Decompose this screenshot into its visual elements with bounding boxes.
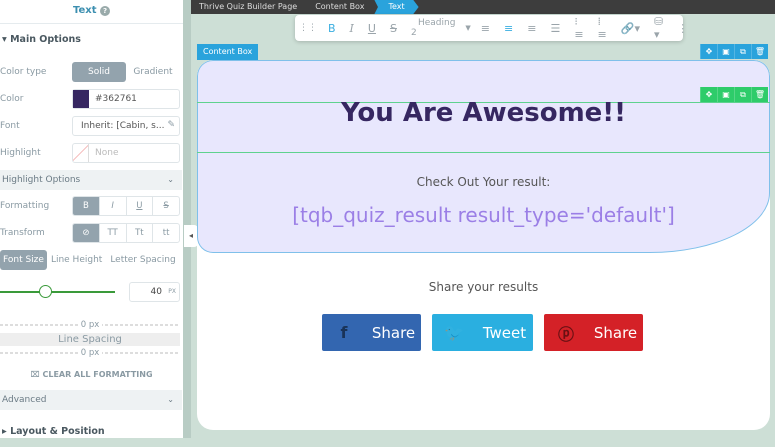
strikethrough-icon[interactable]: S [390,22,397,35]
content-box-actions: ✥ ▣ ⧉ 🗑 [700,44,768,59]
strikethrough-button[interactable]: S [153,197,179,215]
facebook-icon: f [340,323,348,342]
lowercase-button[interactable]: tt [153,224,179,242]
font-select[interactable]: Inherit: [Cabin, s... ✎ [72,116,180,136]
font-label: Font [0,121,20,131]
move-icon[interactable]: ✥ [700,44,717,59]
move-icon[interactable]: ✥ [700,87,717,102]
color-input[interactable]: #362761 [72,89,180,109]
bold-icon[interactable]: B [328,22,336,35]
text-element-actions: ✥ ▣ ⧉ 🗑 [700,87,768,102]
database-icon[interactable]: ⛁▾ [654,15,663,41]
text-toolbar: ⋮⋮ B I U S Heading 2 ▼ ≡ ≡ ≡ ☰ ⁝≡ ⁞≡ 🔗▾ … [295,15,688,41]
more-icon[interactable]: ⋮ [677,22,688,35]
link-icon[interactable]: 🔗▾ [621,22,640,35]
twitter-icon: 🐦 [444,323,464,342]
line-spacing-label: Line Spacing [0,333,180,346]
drag-handle-icon[interactable]: ⋮⋮ [299,23,317,33]
twitter-tweet-button[interactable]: 🐦 Tweet [432,314,533,351]
bold-button[interactable]: B [73,197,100,215]
color-type-label: Color type [0,67,47,77]
breadcrumb-content-box[interactable]: Content Box [307,0,374,14]
properties-panel: Text ? ▾ Main Options Color type Solid G… [0,0,183,438]
highlight-label: Highlight [0,148,41,158]
page-canvas: You Are Awesome!! Check Out Your result:… [197,60,770,430]
gradient-button[interactable]: Gradient [126,62,180,82]
chevron-down-icon: ⌄ [167,395,174,404]
highlight-input[interactable]: None [72,143,180,163]
clear-formatting-button[interactable]: ⌧ CLEAR ALL FORMATTING [0,370,183,379]
chevron-down-icon[interactable]: ▼ [465,24,470,32]
transform-none-button[interactable]: ⊘ [73,224,100,242]
tab-letter-spacing[interactable]: Letter Spacing [106,250,179,270]
duplicate-icon[interactable]: ⧉ [734,87,751,102]
edit-icon[interactable]: ✎ [167,120,175,130]
breadcrumb: Thrive Quiz Builder Page Content Box Tex… [191,0,775,14]
uppercase-button[interactable]: TT [100,224,127,242]
underline-button[interactable]: U [127,197,154,215]
share-title[interactable]: Share your results [197,280,770,294]
bullet-list-icon[interactable]: ⁝≡ [574,15,583,41]
save-icon[interactable]: ▣ [717,44,734,59]
clear-format-icon: ⌧ [30,370,40,379]
solid-button[interactable]: Solid [72,62,126,82]
panel-scrollbar[interactable] [183,0,191,438]
save-icon[interactable]: ▣ [717,87,734,102]
quiz-result-shortcode[interactable]: [tqb_quiz_result result_type='default'] [197,203,770,227]
advanced-header[interactable]: Advanced ⌄ [0,390,182,410]
align-left-icon[interactable]: ≡ [481,22,490,35]
delete-icon[interactable]: 🗑 [751,87,768,102]
slider-handle[interactable] [39,285,52,298]
color-label: Color [0,94,24,104]
align-right-icon[interactable]: ≡ [527,22,536,35]
align-center-icon[interactable]: ≡ [504,22,513,35]
align-justify-icon[interactable]: ☰ [550,22,560,35]
underline-icon[interactable]: U [368,22,376,35]
numbered-list-icon[interactable]: ⁞≡ [598,15,607,41]
tab-font-size[interactable]: Font Size [0,250,47,270]
panel-title: Text ? [0,0,183,24]
help-icon[interactable]: ? [100,6,110,16]
font-size-slider[interactable] [0,285,115,298]
italic-icon[interactable]: I [350,22,354,35]
transform-label: Transform [0,228,45,238]
breadcrumb-page[interactable]: Thrive Quiz Builder Page [191,0,307,14]
check-result-text[interactable]: Check Out Your result: [197,175,770,189]
layout-position-header[interactable]: ▸ Layout & Position [0,417,105,437]
main-options-header[interactable]: ▾ Main Options [0,24,183,56]
spacing-bottom[interactable]: 0 px [0,348,180,358]
collapse-panel-button[interactable]: ◂ [184,225,198,247]
delete-icon[interactable]: 🗑 [751,44,768,59]
formatting-label: Formatting [0,201,50,211]
heading-select[interactable]: Heading 2 [411,18,455,38]
no-color-swatch[interactable] [73,144,89,162]
tab-line-height[interactable]: Line Height [47,250,106,270]
duplicate-icon[interactable]: ⧉ [734,44,751,59]
pinterest-icon: ⓟ [557,324,574,344]
spacing-top[interactable]: 0 px [0,320,180,330]
content-box-tag[interactable]: Content Box [197,44,259,60]
pinterest-share-button[interactable]: ⓟ Share [544,314,643,351]
color-swatch[interactable] [73,90,89,108]
heading-text[interactable]: You Are Awesome!! [197,98,770,128]
highlight-options-header[interactable]: Highlight Options ⌄ [0,170,182,190]
italic-button[interactable]: I [100,197,127,215]
font-size-input[interactable]: 40 PX [129,282,180,302]
facebook-share-button[interactable]: f Share [322,314,421,351]
capitalize-button[interactable]: Tt [127,224,154,242]
breadcrumb-text[interactable]: Text [374,0,419,14]
chevron-down-icon: ⌄ [167,175,174,184]
